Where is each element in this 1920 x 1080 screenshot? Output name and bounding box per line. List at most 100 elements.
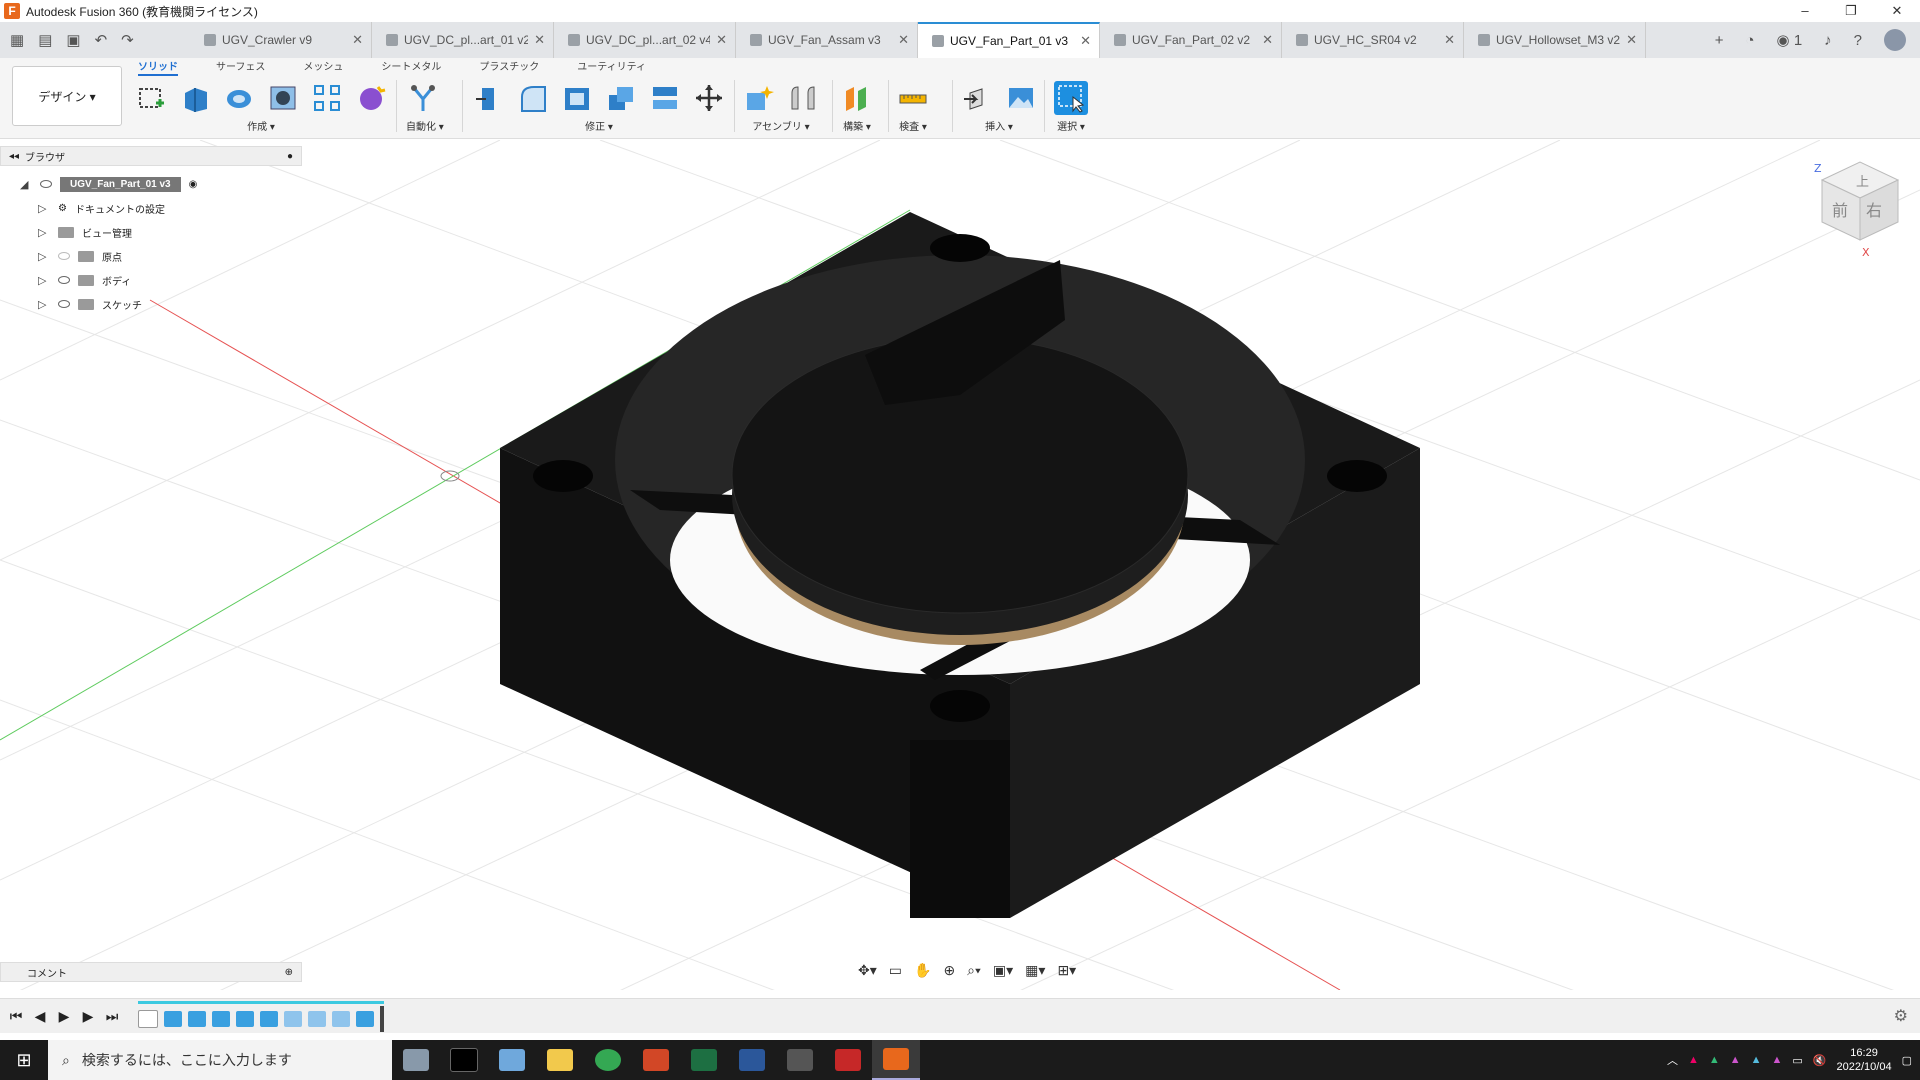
hidden-eye-icon[interactable]: [58, 252, 70, 260]
orbit-icon[interactable]: ✥▾: [858, 962, 877, 979]
select-icon[interactable]: [1054, 81, 1088, 115]
automate-group-label[interactable]: 自動化 ▾: [406, 118, 444, 133]
help-icon[interactable]: ?: [1854, 32, 1862, 49]
tab-ugv-fan-assam[interactable]: UGV_Fan_Assam v3 ✕: [736, 22, 918, 58]
visibility-eye-icon[interactable]: [58, 300, 70, 308]
tray-app-icon[interactable]: ▲: [1709, 1054, 1720, 1066]
add-comment-icon[interactable]: ⊕: [285, 967, 293, 978]
insert-derive-icon[interactable]: [960, 81, 994, 115]
timeline-sketch-feature[interactable]: [138, 1009, 158, 1028]
timeline-extrude-feature[interactable]: [356, 1010, 374, 1027]
tab-ugv-fan-part-02[interactable]: UGV_Fan_Part_02 v2 ✕: [1100, 22, 1282, 58]
restore-button[interactable]: ❐: [1828, 0, 1874, 22]
grid-settings-icon[interactable]: ▦▾: [1025, 962, 1045, 979]
construct-group-label[interactable]: 構築 ▾: [840, 118, 874, 133]
game-app-icon[interactable]: [776, 1040, 824, 1080]
go-to-end-icon[interactable]: ⏭: [100, 1008, 124, 1025]
hole-icon[interactable]: [266, 81, 300, 115]
timeline-marker[interactable]: [380, 1005, 384, 1032]
file-explorer-app-icon[interactable]: [536, 1040, 584, 1080]
measure-icon[interactable]: [896, 81, 930, 115]
grid-menu-icon[interactable]: ▦: [10, 31, 24, 49]
close-tab-icon[interactable]: ✕: [1080, 33, 1091, 49]
new-component-icon[interactable]: [742, 81, 776, 115]
collapsed-arrow-icon[interactable]: ▷: [38, 298, 50, 311]
task-view-app-icon[interactable]: [392, 1040, 440, 1080]
create-form-icon[interactable]: [354, 81, 388, 115]
step-back-icon[interactable]: ◀: [28, 1008, 52, 1025]
timeline-revolve-feature[interactable]: [284, 1010, 302, 1027]
tab-surface[interactable]: サーフェス: [216, 58, 265, 76]
job-status-icon[interactable]: ◉ 1: [1777, 31, 1803, 49]
collapse-icon[interactable]: ◂◂: [9, 151, 19, 162]
move-icon[interactable]: [692, 81, 726, 115]
collapsed-arrow-icon[interactable]: ▷: [38, 226, 50, 239]
chrome-app-icon[interactable]: [584, 1040, 632, 1080]
close-window-button[interactable]: ✕: [1874, 0, 1920, 22]
split-body-icon[interactable]: [648, 81, 682, 115]
display-settings-icon[interactable]: ▣▾: [993, 962, 1013, 979]
zoom-icon[interactable]: ⊕: [943, 962, 955, 979]
inspect-group-label[interactable]: 検査 ▾: [896, 118, 930, 133]
step-forward-icon[interactable]: ▶: [76, 1008, 100, 1025]
play-icon[interactable]: ▶: [52, 1008, 76, 1025]
press-pull-icon[interactable]: [472, 81, 506, 115]
workspace-selector[interactable]: デザイン ▾: [12, 66, 122, 126]
save-icon[interactable]: ▣: [66, 31, 80, 49]
tab-sheet-metal[interactable]: シートメタル: [381, 58, 441, 76]
tab-ugv-hollowset[interactable]: UGV_Hollowset_M3 v2 ✕: [1464, 22, 1646, 58]
tab-ugv-crawler[interactable]: UGV_Crawler v9 ✕: [190, 22, 372, 58]
3d-viewport[interactable]: 上 前 右 Z X: [0, 140, 1920, 990]
network-icon[interactable]: ▭: [1792, 1054, 1802, 1067]
undo-icon[interactable]: ↶: [95, 31, 108, 49]
assemble-group-label[interactable]: アセンブリ ▾: [742, 118, 820, 133]
minimize-button[interactable]: –: [1782, 0, 1828, 22]
close-tab-icon[interactable]: ✕: [716, 32, 727, 48]
extrude-icon[interactable]: [178, 81, 212, 115]
comments-panel-header[interactable]: コメント ⊕: [0, 962, 302, 982]
collapsed-arrow-icon[interactable]: ▷: [38, 202, 50, 215]
timeline-extrude-feature[interactable]: [188, 1010, 206, 1027]
browser-panel-header[interactable]: ◂◂ ブラウザ ●: [0, 146, 302, 166]
close-tab-icon[interactable]: ✕: [1262, 32, 1273, 48]
insert-canvas-icon[interactable]: [1004, 81, 1038, 115]
timeline-extrude-feature[interactable]: [236, 1010, 254, 1027]
go-to-start-icon[interactable]: ⏮: [4, 1008, 28, 1025]
tray-app-icon[interactable]: ▲: [1751, 1054, 1762, 1066]
fusion-app-icon[interactable]: [872, 1040, 920, 1080]
terminal-app-icon[interactable]: [440, 1040, 488, 1080]
new-tab-button[interactable]: +: [1715, 32, 1724, 49]
windows-start-icon[interactable]: ⊞: [0, 1050, 48, 1071]
tree-item-named-views[interactable]: ▷ ビュー管理: [20, 220, 197, 244]
clock[interactable]: 16:29 2022/10/04: [1837, 1046, 1892, 1074]
tab-ugv-hc-sr04[interactable]: UGV_HC_SR04 v2 ✕: [1282, 22, 1464, 58]
create-group-label[interactable]: 作成 ▾: [134, 118, 388, 133]
visibility-eye-icon[interactable]: [58, 276, 70, 284]
close-tab-icon[interactable]: ✕: [352, 32, 363, 48]
tab-utility[interactable]: ユーティリティ: [577, 58, 646, 76]
pattern-icon[interactable]: [310, 81, 344, 115]
notifications-icon[interactable]: ♪: [1824, 32, 1832, 49]
notepad-app-icon[interactable]: [488, 1040, 536, 1080]
close-tab-icon[interactable]: ✕: [1626, 32, 1637, 48]
joint-icon[interactable]: [786, 81, 820, 115]
tree-root[interactable]: ◢ UGV_Fan_Part_01 v3 ◉: [20, 172, 197, 196]
shell-icon[interactable]: [560, 81, 594, 115]
notification-center-icon[interactable]: ▢: [1902, 1054, 1912, 1067]
tree-item-sketches[interactable]: ▷ スケッチ: [20, 292, 197, 316]
timeline-revolve-feature[interactable]: [332, 1010, 350, 1027]
pin-icon[interactable]: ●: [287, 151, 293, 162]
excel-app-icon[interactable]: [680, 1040, 728, 1080]
close-tab-icon[interactable]: ✕: [898, 32, 909, 48]
automate-icon[interactable]: [406, 81, 440, 115]
pan-icon[interactable]: ✋: [914, 962, 931, 979]
tray-app-icon[interactable]: ▲: [1688, 1054, 1699, 1066]
select-group-label[interactable]: 選択 ▾: [1054, 118, 1088, 133]
tab-ugv-fan-part-01[interactable]: UGV_Fan_Part_01 v3 ✕: [918, 22, 1100, 58]
tray-app-icon[interactable]: ▲: [1772, 1054, 1783, 1066]
tab-plastic[interactable]: プラスチック: [479, 58, 539, 76]
timeline-extrude-feature[interactable]: [260, 1010, 278, 1027]
tray-app-icon[interactable]: ▲: [1730, 1054, 1741, 1066]
timeline-extrude-feature[interactable]: [164, 1010, 182, 1027]
offset-plane-icon[interactable]: [840, 81, 874, 115]
